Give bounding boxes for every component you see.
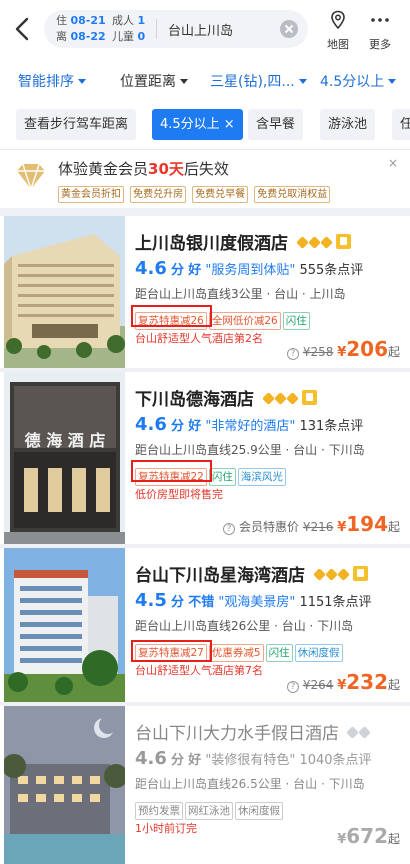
more-label: 更多 bbox=[369, 38, 391, 51]
diamond-rating-icon bbox=[296, 232, 334, 252]
hotel-photo bbox=[4, 706, 125, 864]
promo-tags: 黄金会员折扣 免费兑升房 免费兑早餐 免费兑取消权益 bbox=[58, 182, 331, 203]
feature-tag: 网红泳池 bbox=[185, 802, 233, 820]
filter-chips: 查看步行驾车距离 4.5分以上 × 含早餐 游泳池 任 bbox=[0, 100, 410, 150]
date-range[interactable]: 住 08-21 离 08-22 bbox=[56, 13, 106, 45]
hotel-rating: 4.6 分 好 "非常好的酒店" 131条点评 bbox=[135, 414, 364, 435]
diamond-rating-icon bbox=[262, 388, 300, 408]
chip-pool[interactable]: 游泳池 bbox=[320, 109, 376, 140]
promo-tag: 免费兑早餐 bbox=[192, 186, 249, 203]
hotel-name[interactable]: 台山下川岛星海湾酒店 bbox=[135, 561, 368, 586]
top-bar: 住 08-21 离 08-22 成人 1 儿童 0 台山上川岛 地图 更多 bbox=[0, 0, 410, 60]
promo-tag: 免费兑升房 bbox=[130, 186, 187, 203]
more-dots-icon bbox=[371, 18, 389, 22]
checkout-date: 08-22 bbox=[70, 30, 106, 43]
hotel-note: 台山舒适型人气酒店第7名 bbox=[135, 664, 263, 677]
search-keyword[interactable]: 台山上川岛 bbox=[168, 20, 233, 39]
hotel-price: ? 会员特惠价 ¥216 ¥194起 bbox=[223, 512, 400, 536]
hotel-card[interactable]: 台山下川大力水手假日酒店 4.6 分 好 "装修很有特色" 1040条点评 距台… bbox=[0, 706, 410, 864]
promo-tag: 黄金会员折扣 bbox=[58, 186, 124, 203]
checkin-date: 08-21 bbox=[70, 14, 106, 27]
hotel-card[interactable]: 德 海 酒 店 下川岛德海酒店 4.6 分 好 "非常好的酒店" 131条点评 … bbox=[0, 372, 410, 544]
map-pin-icon bbox=[331, 10, 345, 30]
hotel-price: ? ¥258 ¥206起 bbox=[286, 337, 400, 361]
hotel-card[interactable]: 上川岛银川度假酒店 4.6 分 好 "服务周到体贴" 555条点评 距台山上川岛… bbox=[0, 216, 410, 368]
sort-bar: 智能排序 位置距离 三星(钻),四... 4.5分以上 bbox=[0, 60, 410, 100]
feature-tag: 闪住 bbox=[282, 312, 310, 330]
hotel-name[interactable]: 上川岛银川度假酒店 bbox=[135, 229, 351, 254]
divider bbox=[156, 19, 157, 39]
recommend-badge-icon bbox=[335, 234, 351, 249]
feature-tag: 海滨风光 bbox=[237, 468, 286, 486]
chip-more[interactable]: 任 bbox=[392, 109, 410, 140]
hotel-tags: 预约发票 网红泳池 休闲度假 bbox=[135, 799, 285, 820]
sort-smart[interactable]: 智能排序 bbox=[18, 71, 86, 91]
hotel-price: ¥672起 bbox=[337, 824, 400, 848]
feature-tag: 闪住 bbox=[208, 468, 236, 486]
diamond-rating-icon bbox=[346, 722, 372, 742]
chevron-down-icon bbox=[388, 79, 397, 84]
hotel-card[interactable]: 台山下川岛星海湾酒店 4.5 分 不错 "观海美景房" 1151条点评 距台山上… bbox=[0, 548, 410, 702]
recommend-badge-icon bbox=[301, 390, 317, 405]
promo-title: 体验黄金会员30天后失效 bbox=[58, 160, 229, 178]
hotel-rating: 4.6 分 好 "装修很有特色" 1040条点评 bbox=[135, 748, 372, 769]
highlight-box bbox=[131, 640, 212, 662]
question-icon[interactable]: ? bbox=[286, 681, 299, 693]
feature-tag: 预约发票 bbox=[135, 802, 183, 820]
hotel-rating: 4.6 分 好 "服务周到体贴" 555条点评 bbox=[135, 258, 364, 279]
chip-breakfast[interactable]: 含早餐 bbox=[248, 109, 304, 140]
feature-tag: 休闲度假 bbox=[235, 802, 283, 820]
question-icon[interactable]: ? bbox=[286, 348, 299, 360]
sort-rating[interactable]: 4.5分以上 bbox=[320, 71, 397, 91]
hotel-name[interactable]: 台山下川大力水手假日酒店 bbox=[135, 719, 372, 744]
hotel-photo: 德 海 酒 店 bbox=[4, 372, 125, 544]
hotel-photo bbox=[4, 548, 125, 702]
map-label: 地图 bbox=[327, 38, 349, 51]
search-box[interactable]: 住 08-21 离 08-22 成人 1 儿童 0 台山上川岛 bbox=[44, 10, 308, 48]
diamond-rating-icon bbox=[313, 564, 351, 584]
promo-tag: 免费兑取消权益 bbox=[254, 186, 331, 203]
diamond-icon bbox=[17, 163, 45, 192]
hotel-price: ? ¥264 ¥232起 bbox=[286, 670, 400, 694]
highlight-box bbox=[131, 305, 212, 327]
chevron-down-icon bbox=[298, 79, 307, 84]
hotel-rating: 4.5 分 不错 "观海美景房" 1151条点评 bbox=[135, 590, 372, 611]
back-arrow-icon[interactable] bbox=[10, 14, 36, 44]
occupants[interactable]: 成人 1 儿童 0 bbox=[112, 13, 145, 45]
close-icon[interactable]: × bbox=[388, 156, 398, 170]
chip-rating-active[interactable]: 4.5分以上 × bbox=[152, 109, 243, 140]
question-icon[interactable]: ? bbox=[223, 523, 236, 535]
hotel-note: 1小时前订完 bbox=[135, 822, 197, 835]
hotel-distance: 距台山上川岛直线26公里 · 台山 · 下川岛 bbox=[135, 619, 354, 633]
map-button[interactable]: 地图 bbox=[318, 10, 358, 52]
highlight-box bbox=[131, 460, 212, 482]
membership-promo[interactable]: 体验黄金会员30天后失效 黄金会员折扣 免费兑升房 免费兑早餐 免费兑取消权益 … bbox=[0, 150, 410, 208]
hotel-distance: 距台山上川岛直线25.9公里 · 台山 · 下川岛 bbox=[135, 443, 365, 457]
chevron-down-icon bbox=[78, 79, 86, 84]
hotel-note: 低价房型即将售完 bbox=[135, 488, 223, 501]
hotel-distance: 距台山上川岛直线26.5公里 · 台山 · 下川岛 bbox=[135, 777, 365, 791]
sort-distance[interactable]: 位置距离 bbox=[120, 71, 188, 91]
hotel-sign-text: 德 海 酒 店 bbox=[25, 431, 106, 450]
discount-tag: 全网低价减26 bbox=[208, 312, 281, 330]
sort-star[interactable]: 三星(钻),四... bbox=[210, 71, 307, 91]
chip-distance[interactable]: 查看步行驾车距离 bbox=[16, 109, 137, 140]
clear-icon[interactable] bbox=[280, 20, 298, 38]
hotel-note: 台山舒适型人气酒店第2名 bbox=[135, 332, 263, 345]
more-button[interactable]: 更多 bbox=[360, 10, 400, 52]
hotel-photo bbox=[4, 216, 125, 368]
chevron-down-icon bbox=[180, 79, 188, 84]
feature-tag: 闪住 bbox=[265, 644, 293, 662]
recommend-badge-icon bbox=[352, 566, 368, 581]
discount-tag: 优惠券减5 bbox=[208, 644, 264, 662]
hotel-name[interactable]: 下川岛德海酒店 bbox=[135, 385, 317, 410]
hotel-distance: 距台山上川岛直线3公里 · 台山 · 上川岛 bbox=[135, 287, 346, 301]
feature-tag: 休闲度假 bbox=[294, 644, 343, 662]
